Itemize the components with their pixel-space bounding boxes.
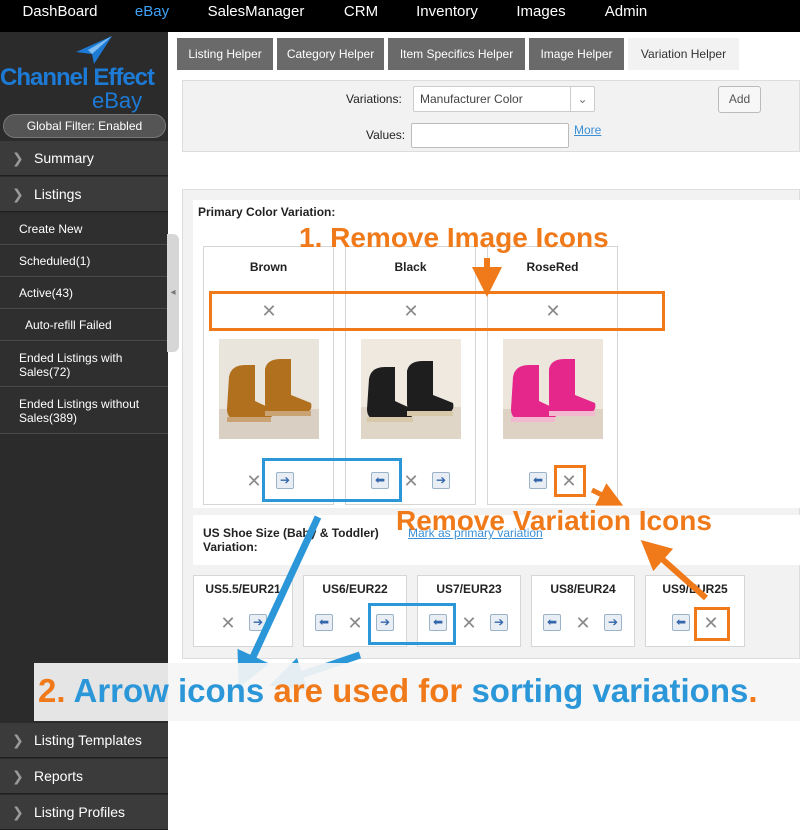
caption-part: Arrow: [73, 672, 169, 709]
caption-sorting: 2. Arrow icons are used for sorting vari…: [38, 672, 758, 710]
arrow-from-caption: [237, 515, 322, 688]
arrow-to-variation-icon: [640, 540, 708, 601]
caption-part: 2.: [38, 672, 66, 709]
caption-part: .: [748, 672, 758, 709]
caption-part: icons: [178, 672, 265, 709]
annotation-remove-variation: Remove Variation Icons: [396, 505, 712, 536]
arrow-to-variation-icon: [590, 483, 624, 506]
caption-part: sorting variations: [471, 672, 749, 709]
caption-part: are used for: [273, 672, 463, 709]
annotation-remove-image: 1. Remove Image Icons: [299, 222, 609, 253]
